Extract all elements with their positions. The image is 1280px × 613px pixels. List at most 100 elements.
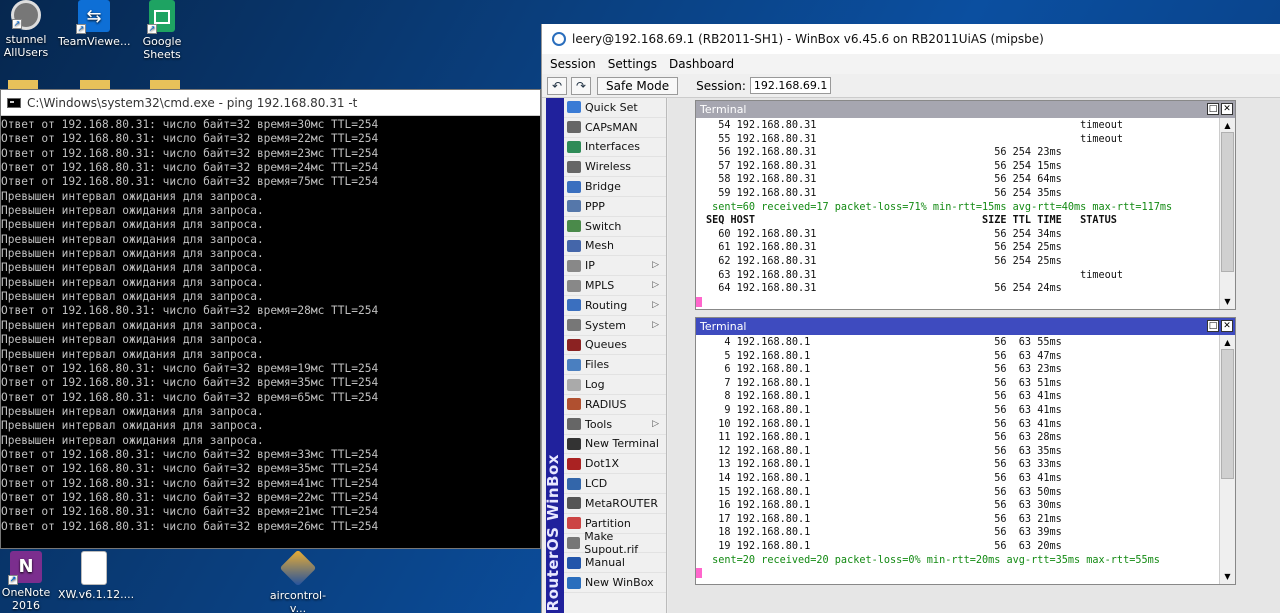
supout-icon bbox=[567, 536, 581, 549]
nav-item-mesh[interactable]: Mesh bbox=[564, 237, 666, 257]
winbox-window[interactable]: leery@192.168.69.1 (RB2011-SH1) - WinBox… bbox=[541, 24, 1280, 613]
nav-item-wireless[interactable]: Wireless bbox=[564, 157, 666, 178]
nav-item-capsman[interactable]: CAPsMAN bbox=[564, 118, 666, 138]
nav-item-lcd[interactable]: LCD bbox=[564, 474, 666, 494]
terminal-2-titlebar[interactable]: Terminal □ ✕ bbox=[696, 318, 1235, 335]
desktop-icon-xw-file[interactable]: XW.v6.1.12.... bbox=[58, 551, 134, 601]
scroll-down-icon[interactable]: ▼ bbox=[1222, 296, 1233, 307]
undo-button[interactable]: ↶ bbox=[547, 76, 567, 95]
safe-mode-button[interactable]: Safe Mode bbox=[597, 76, 679, 95]
close-icon[interactable]: ✕ bbox=[1221, 103, 1233, 115]
ping-row: 9 192.168.80.1 56 63 41ms bbox=[706, 404, 1081, 416]
nav-item-dot1x[interactable]: Dot1X bbox=[564, 454, 666, 475]
nav-item-ip[interactable]: IP ▷ bbox=[564, 256, 666, 277]
nav-item-switch[interactable]: Switch bbox=[564, 217, 666, 237]
nav-item-queues[interactable]: Queues bbox=[564, 336, 666, 356]
nav-item-tools[interactable]: Tools ▷ bbox=[564, 415, 666, 435]
nav-item-files[interactable]: Files bbox=[564, 355, 666, 376]
nav-item-routing[interactable]: Routing ▷ bbox=[564, 296, 666, 316]
ping-row: 59 192.168.80.31 56 254 35ms bbox=[706, 187, 1081, 199]
nav-item-quick-set[interactable]: Quick Set bbox=[564, 98, 666, 118]
nav-item-metarouter[interactable]: MetaROUTER bbox=[564, 494, 666, 514]
desktop-icon-aircontrol[interactable]: aircontrol-v... bbox=[262, 549, 334, 613]
ping-row: 10 192.168.80.1 56 63 41ms bbox=[706, 418, 1081, 430]
manual-icon bbox=[567, 556, 581, 569]
session-label: Session: bbox=[696, 78, 746, 93]
maximize-icon[interactable]: □ bbox=[1207, 103, 1219, 115]
nav-item-interfaces[interactable]: Interfaces bbox=[564, 138, 666, 158]
nav-item-make-supout-rif[interactable]: Make Supout.rif bbox=[564, 530, 666, 556]
nav-item-ppp[interactable]: PPP bbox=[564, 197, 666, 217]
prompt-line bbox=[696, 296, 1219, 309]
ping-row: 12 192.168.80.1 56 63 35ms bbox=[706, 445, 1081, 457]
session-field[interactable]: 192.168.69.1 bbox=[749, 77, 832, 94]
desktop-icon-onenote[interactable]: N ↗ OneNote 2016 bbox=[0, 551, 62, 612]
scroll-thumb[interactable] bbox=[1221, 132, 1234, 272]
nav-item-label: New WinBox bbox=[585, 576, 654, 590]
close-icon[interactable]: ✕ bbox=[1221, 320, 1233, 332]
terminal-1-output[interactable]: 54 192.168.80.31 timeout 55 192.168.80.3… bbox=[696, 118, 1219, 309]
desktop-icon-label: Google Sheets bbox=[142, 35, 182, 61]
desktop-icon-label: TeamViewe... bbox=[58, 35, 131, 48]
nav-item-mpls[interactable]: MPLS ▷ bbox=[564, 276, 666, 296]
dot1x-icon bbox=[567, 457, 581, 470]
terminal-2-output[interactable]: 4 192.168.80.1 56 63 55ms 5 192.168.80.1… bbox=[696, 335, 1219, 584]
nav-item-manual[interactable]: Manual bbox=[564, 553, 666, 574]
nav-item-label: Mesh bbox=[585, 239, 614, 253]
desktop-icon-label: aircontrol-v... bbox=[269, 589, 327, 613]
terminal-window-1[interactable]: Terminal □ ✕ 54 192.168.80.31 timeout 55… bbox=[695, 100, 1236, 310]
cmd-line: Превышен интервал ожидания для запроса. bbox=[1, 261, 264, 275]
menu-session[interactable]: Session bbox=[550, 57, 596, 71]
desktop-icon-teamviewer[interactable]: ⇆ ↗ TeamViewe... bbox=[58, 0, 130, 48]
onenote-icon: N ↗ bbox=[8, 551, 42, 585]
scroll-up-icon[interactable]: ▲ bbox=[1222, 120, 1233, 131]
nav-item-label: IP bbox=[585, 259, 595, 273]
cmd-output[interactable]: Ответ от 192.168.80.31: число байт=32 вр… bbox=[1, 116, 540, 548]
submenu-arrow-icon: ▷ bbox=[652, 319, 659, 330]
files-icon bbox=[567, 358, 581, 371]
scroll-down-icon[interactable]: ▼ bbox=[1222, 571, 1233, 582]
queues-icon bbox=[567, 338, 581, 351]
cmd-line: Превышен интервал ожидания для запроса. bbox=[1, 189, 264, 203]
winbox-titlebar[interactable]: leery@192.168.69.1 (RB2011-SH1) - WinBox… bbox=[542, 24, 1280, 54]
desktop-icon-stunnel[interactable]: ↗ stunnel AllUsers bbox=[0, 0, 62, 59]
desktop-icon-google-sheets[interactable]: ↗ Google Sheets bbox=[126, 0, 198, 61]
submenu-arrow-icon: ▷ bbox=[652, 299, 659, 310]
nav-item-label: RADIUS bbox=[585, 397, 627, 411]
nav-item-system[interactable]: System ▷ bbox=[564, 316, 666, 336]
nav-item-radius[interactable]: RADIUS bbox=[564, 395, 666, 415]
desktop-folder-icon bbox=[150, 80, 180, 89]
quick-set-icon bbox=[567, 101, 581, 114]
ppp-icon bbox=[567, 200, 581, 213]
menu-dashboard[interactable]: Dashboard bbox=[669, 57, 734, 71]
scroll-thumb[interactable] bbox=[1221, 349, 1234, 479]
scroll-up-icon[interactable]: ▲ bbox=[1222, 337, 1233, 348]
cmd-window[interactable]: C:\Windows\system32\cmd.exe - ping 192.1… bbox=[0, 89, 541, 549]
ping-row: 58 192.168.80.31 56 254 64ms bbox=[706, 174, 1081, 186]
desktop-folder-icon bbox=[80, 80, 110, 89]
terminal-2-scrollbar[interactable]: ▲ ▼ bbox=[1219, 335, 1235, 584]
cmd-line: Превышен интервал ожидания для запроса. bbox=[1, 218, 264, 232]
ping-row: 11 192.168.80.1 56 63 28ms bbox=[706, 432, 1081, 444]
ping-row: 63 192.168.80.31 timeout bbox=[706, 269, 1124, 281]
nav-item-bridge[interactable]: Bridge bbox=[564, 177, 666, 197]
winbox-main: RouterOS WinBox Quick Set CAPsMAN Interfac… bbox=[542, 98, 1280, 613]
cmd-titlebar[interactable]: C:\Windows\system32\cmd.exe - ping 192.1… bbox=[1, 90, 540, 116]
nav-item-new-terminal[interactable]: New Terminal bbox=[564, 435, 666, 455]
menu-settings[interactable]: Settings bbox=[608, 57, 657, 71]
ping-row: 55 192.168.80.31 timeout bbox=[706, 133, 1124, 145]
ping-row: 8 192.168.80.1 56 63 41ms bbox=[706, 391, 1081, 403]
cmd-line: Превышен интервал ожидания для запроса. bbox=[1, 275, 264, 289]
bridge-icon bbox=[567, 180, 581, 193]
nav-item-log[interactable]: Log bbox=[564, 375, 666, 395]
aircontrol-icon bbox=[279, 549, 317, 587]
redo-button[interactable]: ↷ bbox=[571, 76, 591, 95]
maximize-icon[interactable]: □ bbox=[1207, 320, 1219, 332]
terminal-window-2[interactable]: Terminal □ ✕ 4 192.168.80.1 56 63 55ms 5… bbox=[695, 317, 1236, 585]
nav-item-new-winbox[interactable]: New WinBox bbox=[564, 573, 666, 593]
terminal-1-titlebar[interactable]: Terminal □ ✕ bbox=[696, 101, 1235, 118]
cmd-line: Превышен интервал ожидания для запроса. bbox=[1, 404, 264, 418]
terminal-1-scrollbar[interactable]: ▲ ▼ bbox=[1219, 118, 1235, 309]
winbox-title: leery@192.168.69.1 (RB2011-SH1) - WinBox… bbox=[572, 32, 1044, 46]
cmd-line: Превышен интервал ожидания для запроса. bbox=[1, 290, 264, 304]
